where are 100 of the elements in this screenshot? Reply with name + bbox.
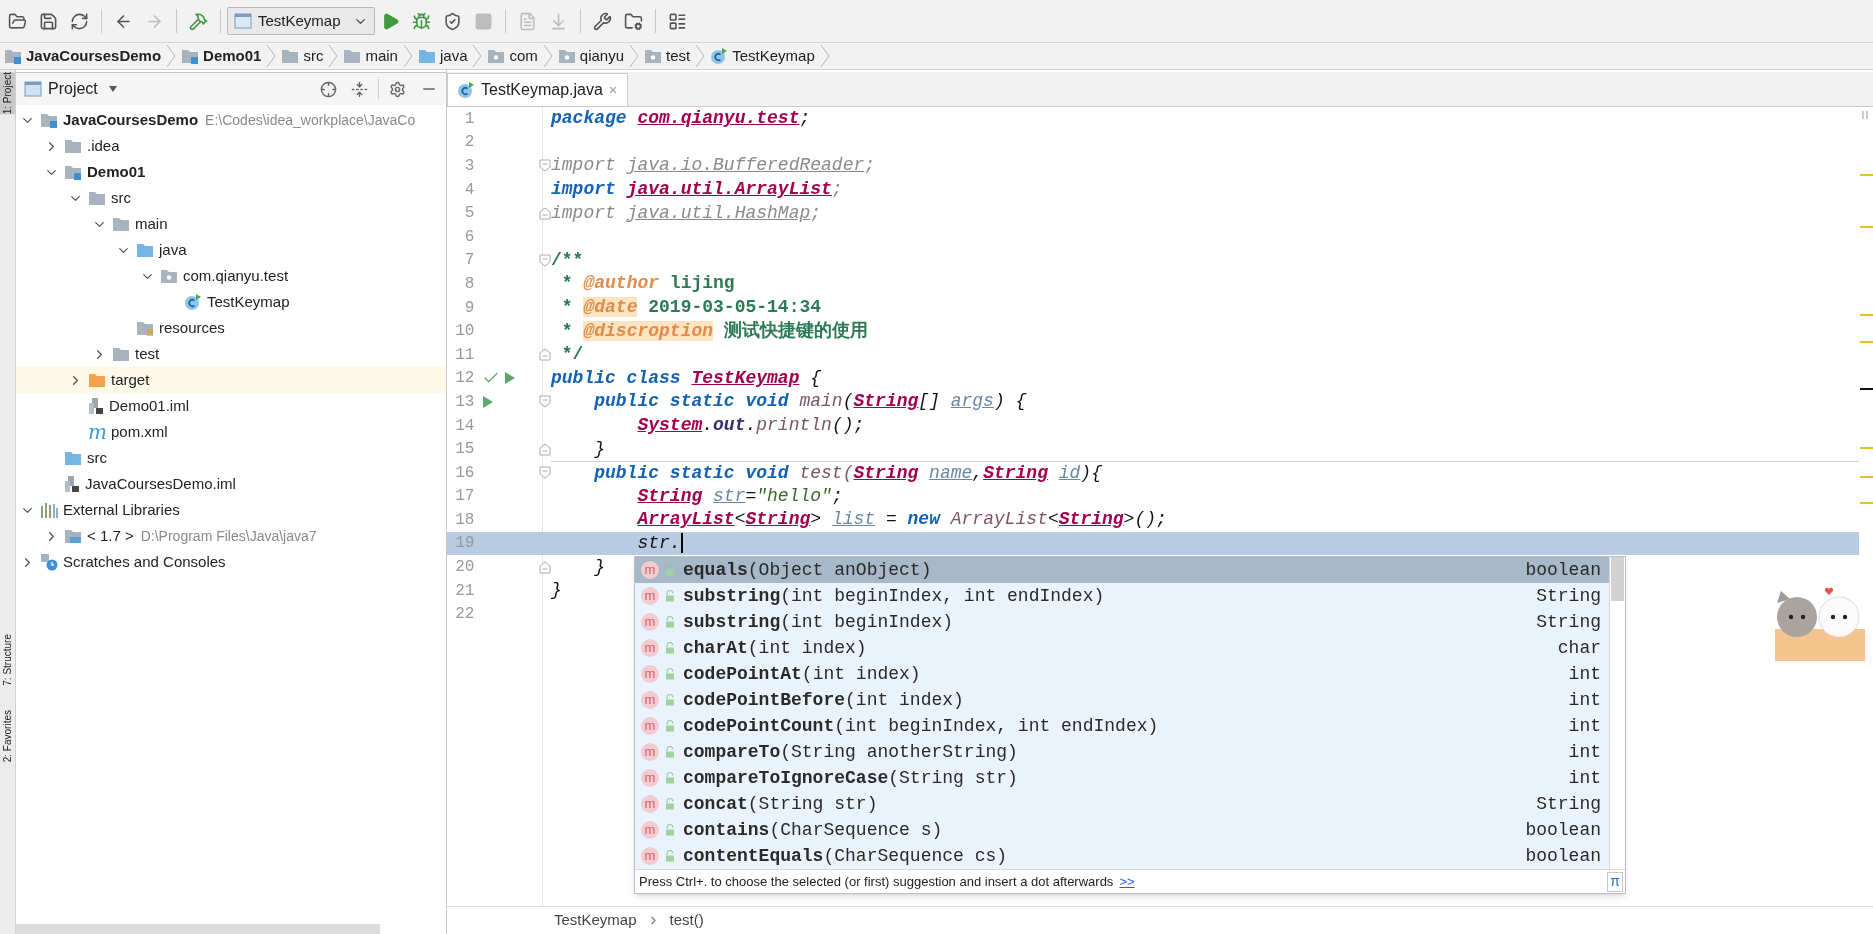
fold-marker-icon[interactable]: [539, 466, 551, 480]
method-icon: m: [641, 847, 659, 865]
settings-icon[interactable]: [389, 80, 406, 98]
code-token: out: [713, 414, 746, 437]
method-signature[interactable]: contentEquals(CharSequence cs): [683, 842, 1008, 870]
method-signature[interactable]: equals(Object anObject): [683, 556, 932, 584]
code-token: }: [593, 555, 606, 579]
method-signature[interactable]: substring(int beginIndex): [683, 608, 954, 636]
folder-icon[interactable]: [8, 11, 27, 31]
return-type: boolean: [1525, 844, 1601, 868]
fold-marker-icon[interactable]: [539, 348, 551, 362]
tree-item[interactable]: Scratches and Consoles: [63, 550, 226, 574]
code-token: *: [560, 272, 574, 296]
tree-item[interactable]: < 1.7 >: [87, 524, 134, 548]
tree-item[interactable]: main: [135, 212, 168, 236]
dropdown-caret-icon[interactable]: [107, 85, 118, 93]
tool-window-tab[interactable]: 7: Structure: [0, 634, 15, 686]
code-token: =: [745, 484, 757, 508]
breadcrumb-item[interactable]: TestKeymap: [554, 909, 637, 932]
breadcrumb-item[interactable]: qianyu: [579, 44, 625, 68]
tree-item[interactable]: target: [111, 368, 150, 392]
line-number: 21: [454, 580, 475, 602]
method-signature[interactable]: codePointAt(int index): [683, 660, 921, 688]
folder-gear-icon[interactable]: [624, 11, 643, 31]
tree-item[interactable]: TestKeymap: [207, 290, 290, 314]
breadcrumb-item[interactable]: Demo01: [203, 44, 262, 68]
method-signature[interactable]: charAt(int index): [683, 634, 867, 662]
panel-title[interactable]: Project: [48, 77, 98, 101]
fold-marker-icon[interactable]: [539, 560, 551, 574]
tree-item[interactable]: JavaCoursesDemo: [63, 108, 199, 132]
method-signature[interactable]: substring(int beginIndex, int endIndex): [683, 582, 1105, 610]
tree-item[interactable]: src: [111, 186, 131, 210]
folder-icon: [112, 346, 130, 362]
line-number: 8: [463, 273, 475, 295]
method-signature[interactable]: concat(String str): [683, 790, 878, 818]
breadcrumb-item[interactable]: test(): [669, 909, 704, 932]
code-token: ();: [831, 414, 865, 437]
tree-item[interactable]: src: [87, 446, 107, 470]
selected-suggestion-row[interactable]: m equals(Object anObject) boolean: [635, 557, 1609, 583]
wrench-icon[interactable]: [593, 11, 612, 31]
method-signature[interactable]: codePointCount(int beginIndex, int endIndex): [683, 712, 1159, 740]
tree-item[interactable]: .idea: [87, 134, 120, 158]
fold-marker-icon[interactable]: [539, 206, 551, 220]
tree-item[interactable]: Demo01: [87, 160, 146, 184]
tree-item[interactable]: test: [135, 342, 160, 366]
breadcrumb-item[interactable]: com: [509, 44, 538, 68]
run-gutter-icon[interactable]: [482, 394, 495, 409]
method-signature[interactable]: codePointBefore(int index): [683, 686, 964, 714]
code-token: list: [830, 508, 876, 532]
horizontal-scrollbar[interactable]: [16, 924, 380, 934]
fold-marker-icon[interactable]: [539, 442, 551, 456]
method-signature[interactable]: contains(CharSequence s): [683, 816, 943, 844]
line-number: 17: [454, 486, 475, 508]
method-signature[interactable]: compareTo(String anotherString): [683, 738, 1018, 766]
hint-link[interactable]: >>: [1119, 871, 1135, 892]
fold-marker-icon[interactable]: [539, 253, 551, 267]
fold-marker-icon[interactable]: [539, 395, 551, 409]
pi-button[interactable]: π: [1607, 871, 1623, 892]
highlighted-row[interactable]: target: [16, 367, 446, 393]
folder-icon: [64, 138, 82, 154]
source-folder-icon: [64, 450, 82, 466]
line-number: 14: [454, 415, 475, 437]
save-icon[interactable]: [39, 11, 58, 31]
breadcrumb-item[interactable]: main: [365, 44, 398, 68]
popup-scrollbar[interactable]: [1609, 557, 1625, 869]
tree-item[interactable]: Demo01.iml: [109, 394, 190, 418]
hammer-icon[interactable]: [189, 11, 208, 31]
tree-item[interactable]: resources: [159, 316, 225, 340]
return-type: String: [1536, 584, 1601, 608]
code-token: public static void: [593, 461, 790, 485]
shield-icon[interactable]: [443, 11, 462, 31]
tree-item[interactable]: External Libraries: [63, 498, 180, 522]
breadcrumb-item[interactable]: src: [303, 44, 324, 68]
breadcrumb-item[interactable]: TestKeymap: [732, 44, 815, 68]
tree-item[interactable]: java: [159, 238, 187, 262]
line-number: 11: [454, 344, 475, 366]
code-token: 2019-03-05-14:34: [647, 296, 822, 320]
bug-icon[interactable]: [412, 11, 431, 31]
editor-tab[interactable]: TestKeymap.java ×: [447, 73, 628, 106]
fold-marker-icon[interactable]: [539, 159, 551, 173]
tree-item[interactable]: pom.xml: [111, 420, 168, 444]
layout-icon[interactable]: [668, 11, 687, 31]
tool-window-tab[interactable]: 2: Favorites: [0, 709, 15, 763]
breadcrumb-item[interactable]: JavaCoursesDemo: [26, 44, 162, 68]
breadcrumb-item[interactable]: test: [666, 44, 691, 68]
method-signature[interactable]: compareToIgnoreCase(String str): [683, 764, 1018, 792]
collapse-all-icon[interactable]: [351, 80, 368, 98]
package-folder-icon: [644, 48, 663, 64]
play-icon[interactable]: [381, 11, 400, 31]
completion-hint: Press Ctrl+. to choose the selected (or first) suggestion and insert a dot afterwards: [639, 872, 1114, 891]
run-gutter-icon[interactable]: [504, 371, 517, 386]
locate-icon[interactable]: [320, 80, 337, 98]
breadcrumb-item[interactable]: java: [439, 44, 468, 68]
tree-item[interactable]: JavaCoursesDemo.iml: [85, 472, 236, 496]
refresh-icon[interactable]: [70, 11, 89, 31]
tree-item[interactable]: com.qianyu.test: [183, 264, 289, 288]
run-configuration-dropdown[interactable]: TestKeymap: [227, 7, 375, 35]
tool-window-tab[interactable]: 1: Project: [0, 72, 15, 115]
text-caret: [680, 533, 683, 554]
breadcrumb-separator-icon: [472, 44, 483, 68]
